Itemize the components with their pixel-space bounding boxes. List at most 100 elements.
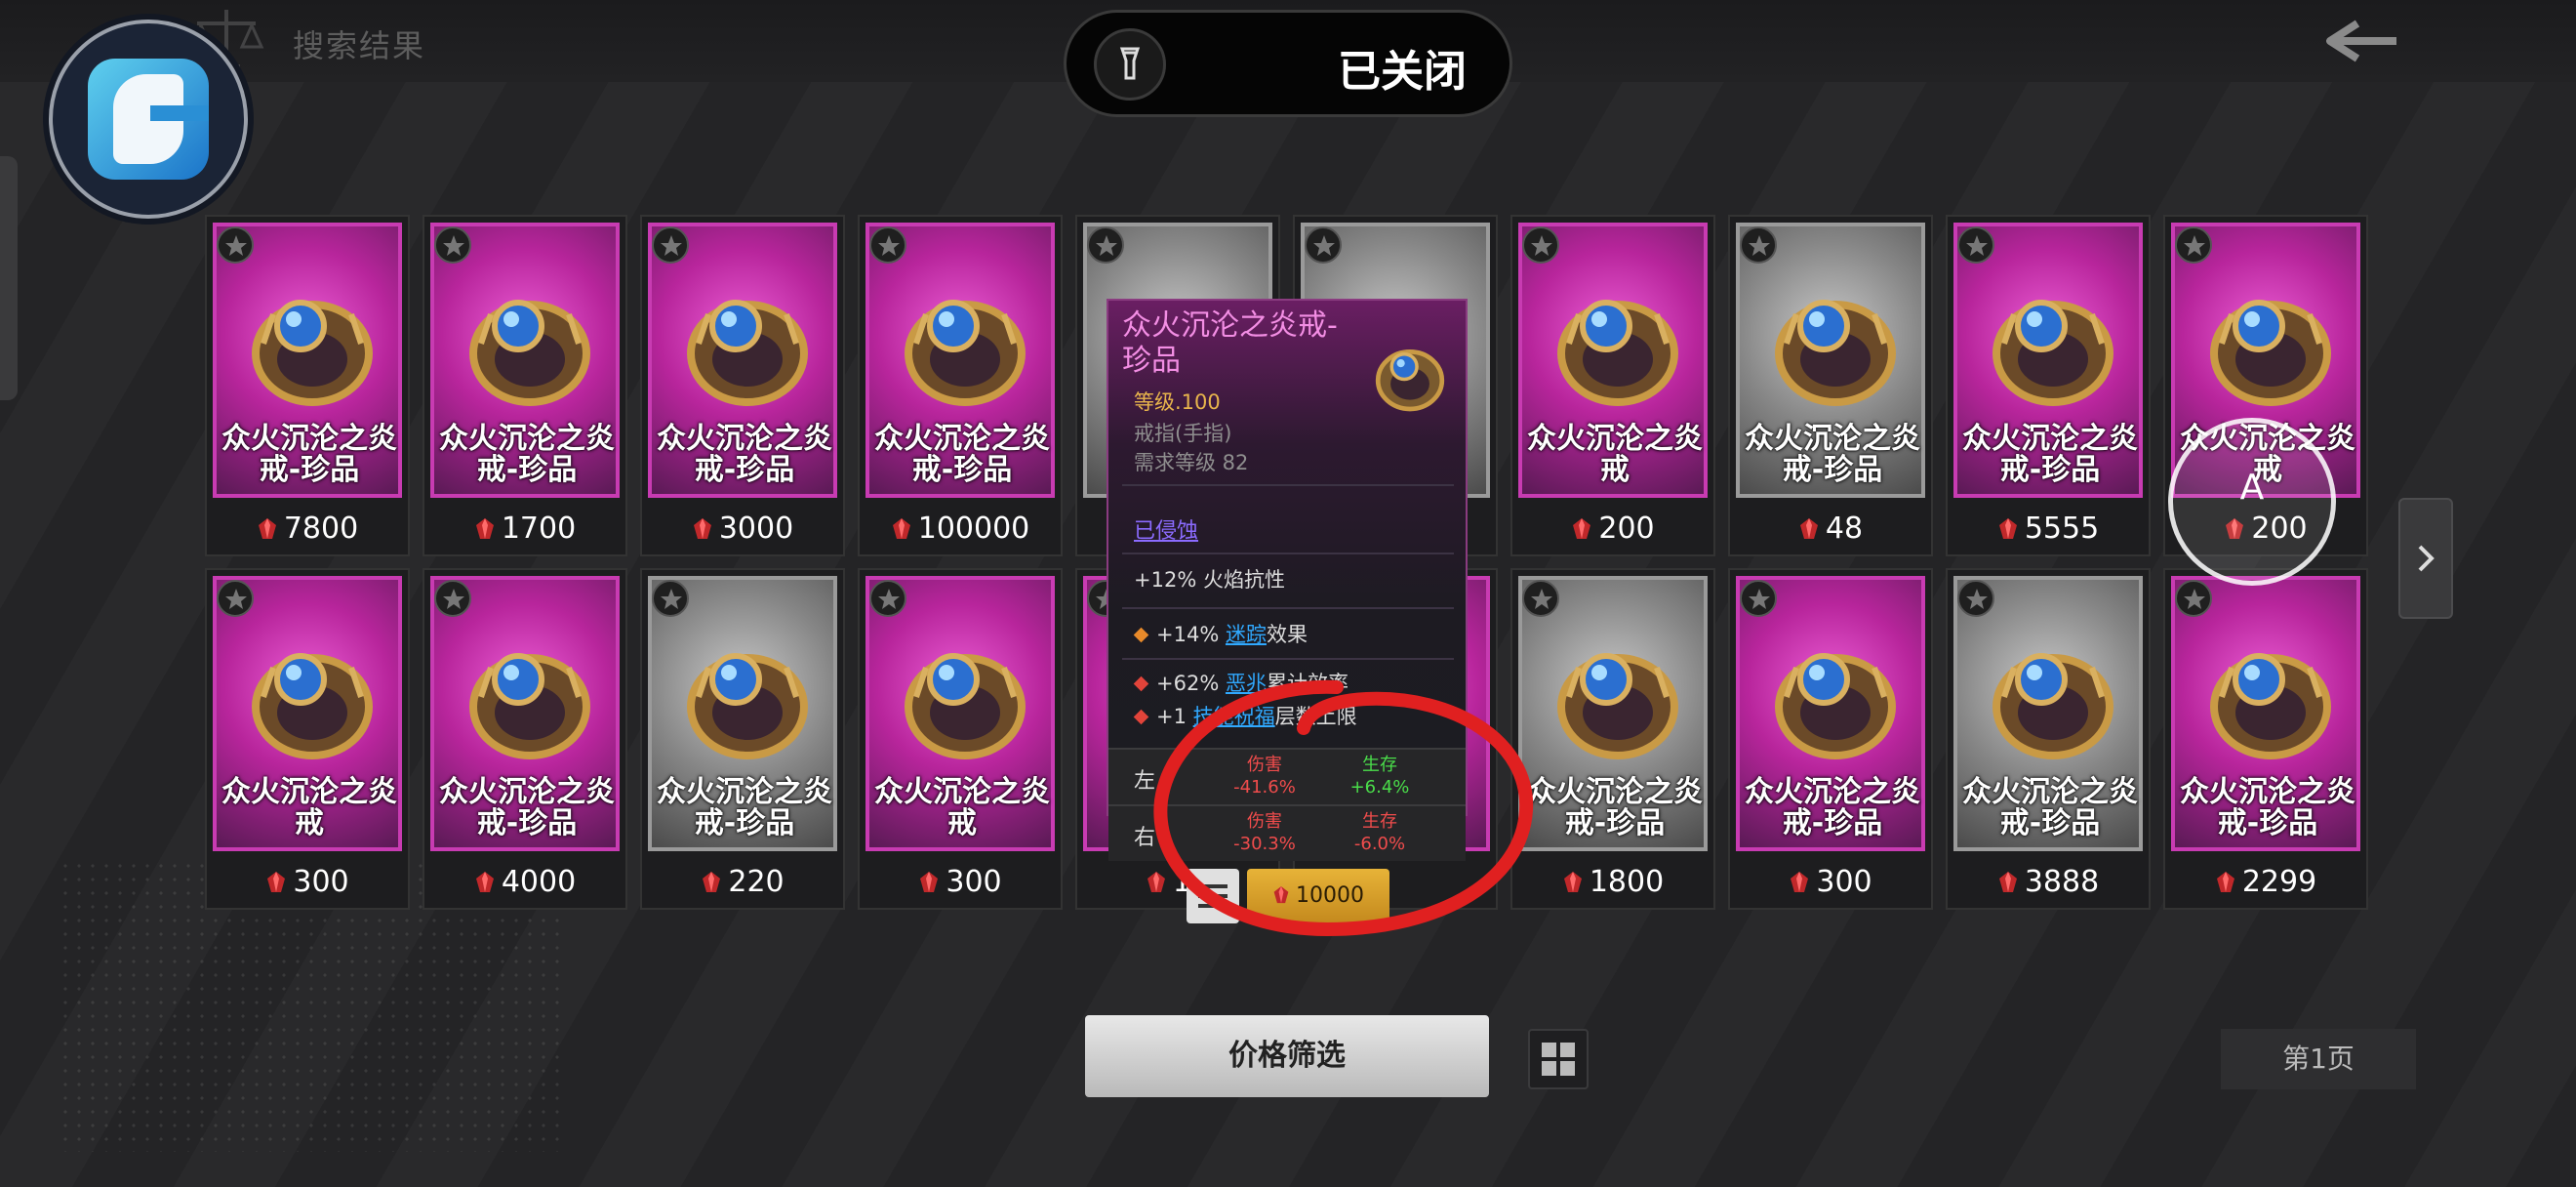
ring-icon	[687, 653, 808, 759]
item-price: 300	[1730, 859, 1931, 906]
item-card[interactable]: 众火沉沦之炎戒-珍品 2299	[2163, 568, 2368, 910]
item-card[interactable]: 众火沉沦之炎戒 300	[858, 568, 1063, 910]
implicit-mod: +12% 火焰抗性	[1134, 568, 1285, 592]
item-card[interactable]: 众火沉沦之炎戒-珍品 300	[1728, 568, 1933, 910]
favorite-star-icon[interactable]	[217, 226, 254, 264]
level-requirement: 需求等级 82	[1134, 451, 1249, 474]
currency-gem-icon	[258, 518, 276, 539]
ring-icon	[252, 300, 373, 406]
item-card[interactable]: 众火沉沦之炎戒-珍品 100000	[858, 215, 1063, 556]
favorite-star-icon[interactable]	[1957, 580, 1994, 617]
favorite-star-icon[interactable]	[1522, 580, 1559, 617]
divider	[1122, 607, 1454, 609]
flashlight-icon	[1094, 28, 1166, 101]
favorite-star-icon[interactable]	[1957, 226, 1994, 264]
keyword-link[interactable]: 迷踪	[1226, 623, 1267, 646]
suffix-diamond-icon	[1133, 709, 1149, 725]
page-title: 搜索结果	[293, 27, 426, 64]
chevron-right-icon	[2418, 545, 2435, 572]
item-price: 3888	[1948, 859, 2149, 906]
cursor-label: A	[2239, 468, 2265, 508]
item-type: 戒指(手指)	[1134, 422, 1232, 445]
item-card[interactable]: 众火沉沦之炎戒 200	[1510, 215, 1715, 556]
ring-icon	[905, 300, 1026, 406]
item-menu-button[interactable]	[1187, 869, 1239, 923]
favorite-star-icon[interactable]	[1740, 226, 1777, 264]
ring-icon	[469, 300, 590, 406]
item-card[interactable]: 众火沉沦之炎戒-珍品 220	[640, 568, 845, 910]
item-name: 众火沉沦之炎戒-珍品	[1962, 422, 2138, 487]
price-value: 220	[728, 865, 785, 899]
item-price: 4000	[424, 859, 625, 906]
item-tooltip: 众火沉沦之炎戒-珍品 等级.100 戒指(手指) 需求等级 82 已侵蚀 +12…	[1107, 299, 1468, 861]
item-name: 众火沉沦之炎戒-珍品	[657, 775, 832, 840]
keyword-link[interactable]: 恶兆	[1226, 672, 1267, 695]
item-card[interactable]: 众火沉沦之炎戒-珍品 1800	[1510, 568, 1715, 910]
item-card[interactable]: 众火沉沦之炎戒-珍品 7800	[205, 215, 410, 556]
favorite-star-icon[interactable]	[1522, 226, 1559, 264]
item-price: 220	[642, 859, 843, 906]
item-price: 300	[860, 859, 1061, 906]
item-name: 众火沉沦之炎戒-珍品	[1962, 775, 2138, 840]
price-value: 200	[1598, 512, 1655, 546]
page-indicator: 第1页	[2221, 1029, 2416, 1089]
divider	[1122, 658, 1454, 660]
app-logo-icon[interactable]	[49, 20, 248, 219]
currency-gem-icon	[693, 518, 711, 539]
item-card[interactable]: 众火沉沦之炎戒-珍品 4000	[423, 568, 627, 910]
item-card[interactable]: 众火沉沦之炎戒-珍品 3000	[640, 215, 845, 556]
item-price: 7800	[207, 506, 408, 553]
currency-gem-icon	[1799, 518, 1818, 539]
menu-icon	[1198, 884, 1228, 908]
favorite-star-icon[interactable]	[652, 226, 689, 264]
item-name: 众火沉沦之炎戒-珍品	[1745, 775, 1920, 840]
buy-button[interactable]: 10000	[1247, 869, 1389, 923]
item-name: 众火沉沦之炎戒-珍品	[221, 422, 397, 487]
item-card[interactable]: 众火沉沦之炎戒-珍品 5555	[1946, 215, 2151, 556]
keyword-link[interactable]: 技能祝福	[1193, 705, 1275, 728]
divider	[1122, 553, 1454, 554]
item-card[interactable]: 众火沉沦之炎戒 300	[205, 568, 410, 910]
item-name: 众火沉沦之炎戒-珍品	[2180, 775, 2355, 840]
favorite-star-icon[interactable]	[1305, 226, 1342, 264]
item-card[interactable]: 众火沉沦之炎戒-珍品 1700	[423, 215, 627, 556]
next-page-button[interactable]	[2398, 498, 2453, 619]
currency-gem-icon	[1791, 872, 1809, 892]
item-card[interactable]: 众火沉沦之炎戒-珍品 3888	[1946, 568, 2151, 910]
ring-icon	[1557, 300, 1678, 406]
favorite-star-icon[interactable]	[652, 580, 689, 617]
favorite-star-icon[interactable]	[217, 580, 254, 617]
item-name: 众火沉沦之炎戒-珍品	[1527, 775, 1703, 840]
grid-view-toggle[interactable]	[1528, 1029, 1589, 1089]
item-price: 1700	[424, 506, 625, 553]
favorite-star-icon[interactable]	[1087, 226, 1124, 264]
mod-text: 效果	[1266, 623, 1308, 646]
ring-icon	[687, 300, 808, 406]
corrupted-label[interactable]: 已侵蚀	[1134, 513, 1198, 545]
price-filter-button[interactable]: 价格筛选	[1085, 1015, 1489, 1097]
favorite-star-icon[interactable]	[434, 226, 471, 264]
side-drawer-handle[interactable]	[0, 156, 18, 400]
back-arrow-icon[interactable]	[2322, 20, 2400, 62]
price-value: 4000	[501, 865, 577, 899]
survival-change: 生存 +6.4%	[1321, 754, 1438, 798]
ring-icon	[252, 653, 373, 759]
item-price: 200	[1512, 506, 1713, 553]
favorite-star-icon[interactable]	[434, 580, 471, 617]
compare-side: 右	[1134, 826, 1156, 850]
ring-icon	[1992, 300, 2113, 406]
favorite-star-icon[interactable]	[2175, 580, 2212, 617]
affix-mod: +14% 迷踪效果	[1133, 619, 1308, 648]
item-name: 众火沉沦之炎戒	[874, 775, 1050, 840]
item-price: 48	[1730, 506, 1931, 553]
item-card[interactable]: 众火沉沦之炎戒-珍品 48	[1728, 215, 1933, 556]
favorite-star-icon[interactable]	[2175, 226, 2212, 264]
currency-gem-icon	[1563, 872, 1582, 892]
ring-icon	[2210, 300, 2331, 406]
favorite-star-icon[interactable]	[869, 226, 906, 264]
item-name: 众火沉沦之炎戒-珍品	[874, 422, 1050, 487]
flashlight-toggle[interactable]: 已关闭	[1064, 10, 1512, 117]
touch-cursor: A	[2168, 418, 2336, 586]
favorite-star-icon[interactable]	[869, 580, 906, 617]
favorite-star-icon[interactable]	[1740, 580, 1777, 617]
